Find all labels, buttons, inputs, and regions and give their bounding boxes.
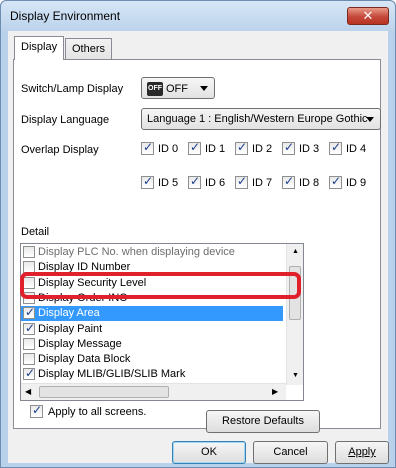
detail-list-item[interactable]: Display Data Block [21,352,283,367]
detail-item-label: Display MLIB/GLIB/SLIB Mark [38,368,186,381]
overlap-id-label: ID 4 [346,143,367,155]
overlap-id-label: ID 6 [205,177,226,189]
close-button[interactable]: ✕ [347,7,389,25]
detail-list-item[interactable]: Display Message [21,337,283,352]
scroll-left-icon[interactable]: ◀ [25,387,31,396]
switch-lamp-label: Switch/Lamp Display [21,83,124,95]
overlap-id-label: ID 1 [205,143,226,155]
language-value: Language 1 : English/Western Europe Goth… [147,113,368,125]
overlap-id-label: ID 5 [158,177,179,189]
detail-label: Detail [21,226,50,238]
window-title: Display Environment [10,9,121,23]
vertical-scrollbar[interactable]: ▲ ▼ [286,244,303,385]
detail-item-label: Display ID Number [38,261,131,274]
detail-item-checkbox[interactable] [23,337,35,350]
overlap-id-checkbox[interactable] [329,174,342,189]
detail-item-label: Display PLC No. when displaying device [38,246,235,258]
chevron-down-icon [200,86,208,91]
detail-list-item[interactable]: Display Paint [21,321,283,337]
tab-others[interactable]: Others [65,38,113,60]
overlap-id-checkbox[interactable] [141,140,154,155]
vertical-scroll-thumb[interactable] [289,266,301,320]
scroll-right-icon[interactable]: ▶ [272,387,278,396]
language-dropdown[interactable]: Language 1 : English/Western Europe Goth… [141,108,381,130]
overlap-id-label: ID 0 [158,143,179,155]
overlap-id-checkbox[interactable] [282,174,295,189]
apply-all-checkbox[interactable] [30,403,43,418]
detail-list-item[interactable]: Display Area [21,305,283,322]
detail-item-checkbox[interactable] [23,276,35,289]
restore-defaults-button[interactable]: Restore Defaults [206,410,320,433]
chevron-down-icon [366,117,374,122]
switch-lamp-dropdown[interactable]: OFF OFF [141,77,215,99]
language-label: Display Language [21,114,110,126]
detail-list-item[interactable]: Display PLC No. when displaying device [21,245,283,260]
detail-item-checkbox[interactable] [23,246,35,258]
detail-list-item[interactable]: Display ID Number [21,260,283,275]
title-bar[interactable]: Display Environment ✕ [1,1,395,31]
horizontal-scrollbar[interactable]: ◀ ▶ [21,383,286,400]
detail-item-checkbox[interactable] [23,366,35,381]
detail-item-checkbox[interactable] [23,353,35,366]
overlap-id-label: ID 2 [252,143,273,155]
overlap-id-label: ID 8 [299,177,320,189]
detail-item-checkbox[interactable] [23,321,35,335]
apply-button[interactable]: Apply [335,441,389,464]
apply-all-label: Apply to all screens. [48,406,147,418]
tab-others-label: Others [72,43,106,55]
detail-listbox[interactable]: Display PLC No. when displaying device Di… [20,243,304,401]
detail-list-item[interactable]: Display Order INC [21,291,283,306]
overlap-id-label: ID 9 [346,177,367,189]
overlap-id-checkbox[interactable] [329,140,342,155]
tab-display[interactable]: Display [14,36,65,60]
overlap-id-label: ID 3 [299,143,320,155]
dialog-body: Display Others Switch/Lamp Display OFF OF… [8,31,389,464]
detail-item-label: Display Data Block [38,353,131,366]
scroll-down-icon[interactable]: ▼ [292,372,299,379]
dialog-window: Display Environment ✕ Display Others Swi… [0,0,396,468]
overlap-label: Overlap Display [21,144,99,156]
ok-button[interactable]: OK [172,441,246,464]
tab-display-label: Display [21,41,58,53]
detail-item-label: Display Paint [38,322,103,335]
overlap-id-checkbox[interactable] [235,174,248,189]
detail-item-label: Display Security Level [38,276,147,289]
cancel-button[interactable]: Cancel [253,441,328,464]
detail-item-label: Display Order INC [38,291,128,304]
detail-item-label: Display Area [38,307,100,320]
switch-lamp-value: OFF [166,82,188,95]
display-tab-panel: Switch/Lamp Display OFF OFF Display Langu… [13,59,381,433]
overlap-id-label: ID 7 [252,177,273,189]
detail-item-label: Display Message [38,337,122,350]
off-lamp-icon: OFF [147,82,163,96]
detail-item-checkbox[interactable] [23,305,35,320]
detail-list-item[interactable]: Display MLIB/GLIB/SLIB Mark [21,366,283,382]
close-icon: ✕ [362,8,374,23]
overlap-id-checkbox[interactable] [235,140,248,155]
detail-item-checkbox[interactable] [23,261,35,274]
overlap-id-checkbox[interactable] [188,174,201,189]
overlap-id-checkbox[interactable] [188,140,201,155]
overlap-id-checkbox[interactable] [282,140,295,155]
detail-list-item[interactable]: Display Security Level [21,276,283,291]
detail-item-checkbox[interactable] [23,291,35,304]
scroll-up-icon[interactable]: ▲ [292,248,299,255]
overlap-id-checkbox[interactable] [141,174,154,189]
horizontal-scroll-thumb[interactable] [39,386,169,398]
